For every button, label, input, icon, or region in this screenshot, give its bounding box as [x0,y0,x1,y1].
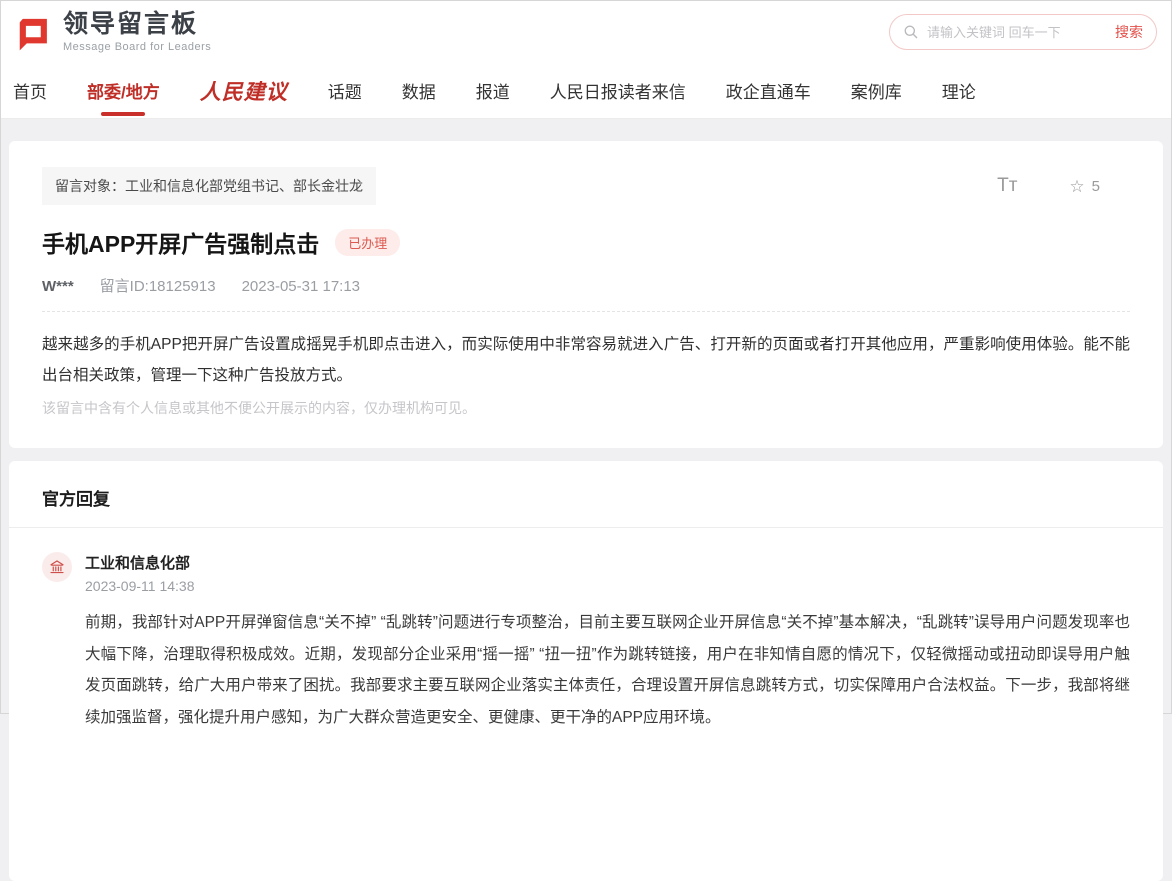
message-body: 越来越多的手机APP把开屏广告设置成摇晃手机即点击进入，而实际使用中非常容易就进… [42,329,1130,391]
divider [42,311,1130,312]
search-button[interactable]: 搜索 [1115,22,1143,42]
status-badge: 已办理 [335,229,400,256]
site-logo[interactable]: 领导留言板 Message Board for Leaders [11,11,211,53]
logo-icon [11,11,53,53]
nav-item-gov-biz-express[interactable]: 政企直通车 [726,78,811,103]
star-icon: ☆ [1069,178,1084,195]
nav-item-case-library[interactable]: 案例库 [851,78,902,103]
message-author: W*** [42,278,74,295]
avatar [42,552,72,582]
nav-item-reports[interactable]: 报道 [476,78,510,103]
favorite-button[interactable]: ☆ 5 [1069,178,1100,195]
nav-item-data[interactable]: 数据 [402,78,436,103]
message-card: 留言对象：工业和信息化部党组书记、部长金壮龙 Tт ☆ 5 手机APP开屏广告强… [9,141,1163,448]
logo-title: 领导留言板 [63,11,211,39]
message-time: 2023-05-31 17:13 [242,278,360,295]
message-id: 留言ID:18125913 [100,275,216,296]
search-box: 搜索 [889,14,1157,50]
reply-body: 前期，我部针对APP开屏弹窗信息“关不掉” “乱跳转”问题进行专项整治，目前主要… [85,607,1130,733]
nav-item-reader-letters[interactable]: 人民日报读者来信 [550,78,686,103]
favorite-count: 5 [1092,178,1100,195]
reply-agency: 工业和信息化部 [85,552,195,573]
logo-subtitle: Message Board for Leaders [63,41,211,53]
reply-time: 2023-09-11 14:38 [85,578,195,594]
official-reply-card: 官方回复 工业和信息化部 2023-09-11 [9,461,1163,881]
reply-section-title: 官方回复 [42,485,1130,510]
reply-item: 工业和信息化部 2023-09-11 14:38 前期，我部针对APP开屏弹窗信… [9,528,1163,763]
header: 领导留言板 Message Board for Leaders 搜索 [1,1,1171,63]
privacy-note: 该留言中含有个人信息或其他不便公开展示的内容，仅办理机构可见。 [42,398,1130,418]
search-icon [903,24,919,40]
logo-text: 领导留言板 Message Board for Leaders [63,11,211,53]
nav-item-ministries[interactable]: 部委/地方 [87,78,160,103]
search-input[interactable] [927,25,1107,40]
nav-item-people-suggestions[interactable]: 人民建议 [200,76,288,106]
nav-item-theory[interactable]: 理论 [942,78,976,103]
main-content: 留言对象：工业和信息化部党组书记、部长金壮龙 Tт ☆ 5 手机APP开屏广告强… [1,119,1171,881]
nav-item-topics[interactable]: 话题 [328,78,362,103]
main-nav: 首页 部委/地方 人民建议 话题 数据 报道 人民日报读者来信 政企直通车 案例… [1,63,1171,119]
message-target-tag: 留言对象：工业和信息化部党组书记、部长金壮龙 [42,167,376,205]
message-title: 手机APP开屏广告强制点击 [42,225,319,259]
nav-item-home[interactable]: 首页 [13,78,47,103]
font-size-toggle[interactable]: Tт [997,175,1017,197]
